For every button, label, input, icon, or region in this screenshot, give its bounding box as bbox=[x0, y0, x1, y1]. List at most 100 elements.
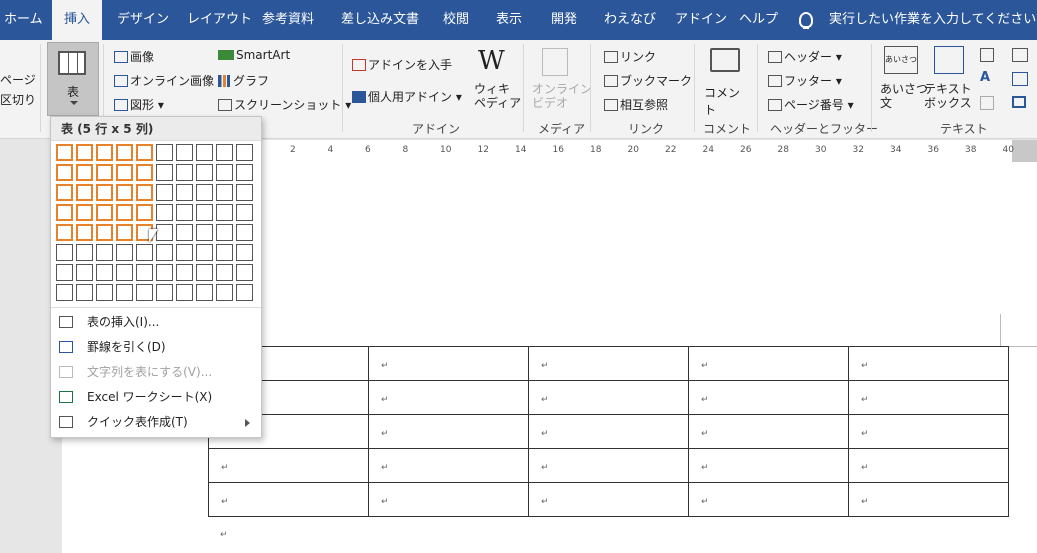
table-cell[interactable]: ↵ bbox=[688, 448, 849, 483]
smartart-button[interactable]: SmartArt bbox=[218, 48, 290, 62]
quick-parts-icon[interactable] bbox=[980, 48, 994, 62]
grid-cell[interactable] bbox=[216, 164, 233, 181]
tab-references[interactable]: 参考資料 bbox=[262, 0, 314, 40]
grid-cell[interactable] bbox=[96, 264, 113, 281]
table-cell[interactable]: ↵ bbox=[528, 414, 689, 449]
table-cell[interactable]: ↵ bbox=[688, 346, 849, 381]
grid-cell[interactable] bbox=[96, 144, 113, 161]
tab-home[interactable]: ホーム bbox=[4, 0, 43, 40]
textbox-button[interactable]: テキスト ボックス bbox=[924, 44, 972, 118]
grid-cell[interactable] bbox=[96, 184, 113, 201]
comment-button[interactable]: コメント bbox=[700, 46, 750, 117]
grid-cell[interactable] bbox=[236, 224, 253, 241]
tab-insert[interactable]: 挿入 bbox=[52, 0, 102, 40]
grid-cell[interactable] bbox=[136, 244, 153, 261]
menu-item-excel-sheet[interactable]: Excel ワークシート(X) bbox=[51, 385, 261, 409]
grid-cell[interactable] bbox=[56, 144, 73, 161]
table-cell[interactable]: ↵ bbox=[688, 414, 849, 449]
table-cell[interactable]: ↵ bbox=[848, 414, 1009, 449]
link-button[interactable]: リンク bbox=[604, 48, 656, 65]
grid-cell[interactable] bbox=[216, 184, 233, 201]
table-cell[interactable]: ↵ bbox=[848, 380, 1009, 415]
greeting-button[interactable]: あいさつ あいさつ 文 bbox=[878, 44, 928, 118]
datetime-icon[interactable] bbox=[1012, 72, 1028, 86]
grid-cell[interactable] bbox=[156, 224, 173, 241]
grid-cell[interactable] bbox=[216, 264, 233, 281]
grid-cell[interactable] bbox=[76, 224, 93, 241]
tab-layout[interactable]: レイアウト bbox=[187, 0, 252, 40]
grid-cell[interactable] bbox=[156, 244, 173, 261]
page-break-button[interactable]: ページ 区切り bbox=[0, 70, 36, 110]
dropcap-icon[interactable] bbox=[980, 96, 994, 110]
grid-cell[interactable] bbox=[216, 224, 233, 241]
page-number-button[interactable]: ページ番号 ▾ bbox=[768, 96, 854, 113]
grid-cell[interactable] bbox=[56, 224, 73, 241]
horizontal-ruler[interactable]: 24681012141618202224262830323436384042 bbox=[262, 140, 1037, 163]
shapes-button[interactable]: 図形 ▾ bbox=[114, 96, 164, 113]
table-cell[interactable]: ↵ bbox=[848, 448, 1009, 483]
grid-cell[interactable] bbox=[76, 164, 93, 181]
table-button[interactable]: 表 bbox=[47, 42, 99, 116]
wordart-icon[interactable]: A bbox=[980, 71, 992, 84]
grid-cell[interactable] bbox=[56, 284, 73, 301]
table-cell[interactable]: ↵ bbox=[688, 482, 849, 517]
grid-cell[interactable] bbox=[176, 204, 193, 221]
table-cell[interactable]: ↵ bbox=[528, 346, 689, 381]
table-cell[interactable]: ↵ bbox=[368, 448, 529, 483]
grid-cell[interactable] bbox=[236, 204, 253, 221]
grid-cell[interactable] bbox=[196, 264, 213, 281]
grid-cell[interactable] bbox=[236, 164, 253, 181]
grid-cell[interactable] bbox=[116, 164, 133, 181]
grid-cell[interactable] bbox=[136, 184, 153, 201]
grid-cell[interactable] bbox=[236, 184, 253, 201]
tab-review[interactable]: 校閲 bbox=[443, 0, 469, 40]
tab-developer[interactable]: 開発 bbox=[551, 0, 577, 40]
grid-cell[interactable] bbox=[196, 244, 213, 261]
grid-cell[interactable] bbox=[156, 164, 173, 181]
grid-cell[interactable] bbox=[56, 244, 73, 261]
table-cell[interactable]: ↵ bbox=[208, 482, 369, 517]
table-cell[interactable]: ↵ bbox=[528, 448, 689, 483]
grid-cell[interactable] bbox=[176, 164, 193, 181]
grid-cell[interactable] bbox=[176, 184, 193, 201]
grid-cell[interactable] bbox=[156, 284, 173, 301]
cross-reference-button[interactable]: 相互参照 bbox=[604, 96, 668, 113]
table-cell[interactable]: ↵ bbox=[528, 380, 689, 415]
screenshot-button[interactable]: スクリーンショット ▾ bbox=[218, 96, 351, 113]
table-cell[interactable]: ↵ bbox=[368, 414, 529, 449]
grid-cell[interactable] bbox=[56, 264, 73, 281]
grid-cell[interactable] bbox=[116, 184, 133, 201]
document-table[interactable]: ↵↵↵↵↵↵↵↵↵↵↵↵↵↵↵↵↵↵↵↵↵↵↵↵↵ bbox=[208, 346, 1009, 517]
table-cell[interactable]: ↵ bbox=[208, 448, 369, 483]
grid-cell[interactable] bbox=[76, 244, 93, 261]
grid-cell[interactable] bbox=[136, 204, 153, 221]
grid-cell[interactable] bbox=[76, 144, 93, 161]
grid-cell[interactable] bbox=[76, 284, 93, 301]
menu-item-quick-tables[interactable]: クイック表作成(T) bbox=[51, 410, 261, 434]
grid-cell[interactable] bbox=[96, 284, 113, 301]
grid-cell[interactable] bbox=[156, 184, 173, 201]
grid-cell[interactable] bbox=[96, 244, 113, 261]
grid-cell[interactable] bbox=[236, 244, 253, 261]
online-picture-button[interactable]: オンライン画像 bbox=[114, 72, 214, 89]
grid-cell[interactable] bbox=[76, 184, 93, 201]
grid-cell[interactable] bbox=[116, 144, 133, 161]
picture-button[interactable]: 画像 bbox=[114, 48, 154, 65]
my-addins-button[interactable]: 個人用アドイン ▾ bbox=[352, 88, 462, 105]
menu-item-draw-table[interactable]: 罫線を引く(D) bbox=[51, 335, 261, 359]
grid-cell[interactable] bbox=[156, 204, 173, 221]
grid-cell[interactable] bbox=[116, 224, 133, 241]
grid-cell[interactable] bbox=[156, 144, 173, 161]
grid-cell[interactable] bbox=[216, 244, 233, 261]
footer-button[interactable]: フッター ▾ bbox=[768, 72, 842, 89]
tell-me-search[interactable]: 実行したい作業を入力してください bbox=[829, 0, 1036, 40]
tab-addins[interactable]: アドイン bbox=[675, 0, 727, 40]
menu-item-insert-table[interactable]: 表の挿入(I)... bbox=[51, 310, 261, 334]
grid-cell[interactable] bbox=[196, 204, 213, 221]
table-cell[interactable]: ↵ bbox=[848, 346, 1009, 381]
grid-cell[interactable] bbox=[136, 264, 153, 281]
grid-cell[interactable] bbox=[176, 224, 193, 241]
grid-cell[interactable] bbox=[216, 204, 233, 221]
grid-cell[interactable] bbox=[76, 264, 93, 281]
grid-cell[interactable] bbox=[196, 284, 213, 301]
